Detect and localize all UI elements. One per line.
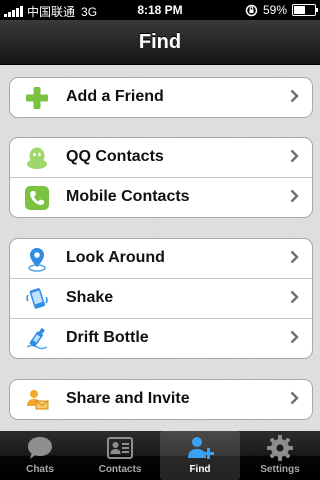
row-label: Look Around bbox=[66, 249, 165, 266]
group-add-friend: Add a Friend bbox=[9, 77, 313, 118]
row-look-around[interactable]: Look Around bbox=[10, 239, 312, 279]
row-qq-contacts[interactable]: QQ Contacts bbox=[10, 138, 312, 178]
contact-card-icon bbox=[107, 437, 133, 459]
chevron-right-icon bbox=[290, 89, 299, 103]
chevron-right-icon bbox=[290, 189, 299, 203]
battery-icon bbox=[292, 4, 318, 16]
group-contacts: QQ Contacts Mobile Contacts bbox=[9, 137, 313, 218]
row-mobile-contacts[interactable]: Mobile Contacts bbox=[10, 178, 312, 217]
row-share-and-invite[interactable]: Share and Invite bbox=[10, 380, 312, 419]
row-label: Mobile Contacts bbox=[66, 188, 190, 205]
chevron-right-icon bbox=[290, 330, 299, 344]
tab-settings[interactable]: Settings bbox=[240, 431, 320, 480]
shake-phone-icon bbox=[26, 288, 48, 309]
row-label: Shake bbox=[66, 289, 114, 306]
chevron-right-icon bbox=[290, 250, 299, 264]
qq-icon bbox=[27, 147, 47, 169]
chevron-right-icon bbox=[290, 391, 299, 405]
tab-find[interactable]: Find bbox=[160, 431, 240, 480]
navigation-bar: Find bbox=[0, 20, 320, 65]
row-label: Share and Invite bbox=[66, 390, 190, 407]
chat-bubble-icon bbox=[28, 437, 52, 459]
tab-contacts[interactable]: Contacts bbox=[80, 431, 160, 480]
page-title: Find bbox=[138, 31, 182, 53]
rotation-lock-icon bbox=[245, 4, 258, 16]
status-bar: 中国联通 3G 8:18 PM 59% bbox=[0, 0, 320, 20]
row-shake[interactable]: Shake bbox=[10, 279, 312, 319]
row-add-a-friend[interactable]: Add a Friend bbox=[10, 78, 312, 117]
location-pin-icon bbox=[28, 248, 46, 272]
row-label: Drift Bottle bbox=[66, 329, 149, 346]
tab-label: Contacts bbox=[98, 464, 142, 475]
tab-label: Settings bbox=[260, 464, 300, 475]
status-right: 59% bbox=[245, 3, 318, 17]
chevron-right-icon bbox=[290, 290, 299, 304]
tab-bar: Chats Contacts Find Settings bbox=[0, 431, 320, 480]
find-friend-icon bbox=[188, 437, 214, 459]
row-label: Add a Friend bbox=[66, 88, 164, 105]
bottle-icon bbox=[26, 327, 48, 350]
chevron-right-icon bbox=[290, 149, 299, 163]
gear-icon bbox=[267, 435, 293, 461]
battery-percent: 59% bbox=[262, 3, 287, 17]
group-share: Share and Invite bbox=[9, 379, 313, 420]
row-label: QQ Contacts bbox=[66, 148, 164, 165]
share-envelope-icon bbox=[27, 390, 49, 410]
phone-icon bbox=[25, 186, 49, 210]
row-drift-bottle[interactable]: Drift Bottle bbox=[10, 319, 312, 358]
tab-label: Find bbox=[189, 464, 211, 475]
add-friend-icon bbox=[26, 87, 48, 109]
group-discover: Look Around Shake Drift Bottle bbox=[9, 238, 313, 359]
tab-label: Chats bbox=[26, 464, 54, 475]
tab-chats[interactable]: Chats bbox=[0, 431, 80, 480]
